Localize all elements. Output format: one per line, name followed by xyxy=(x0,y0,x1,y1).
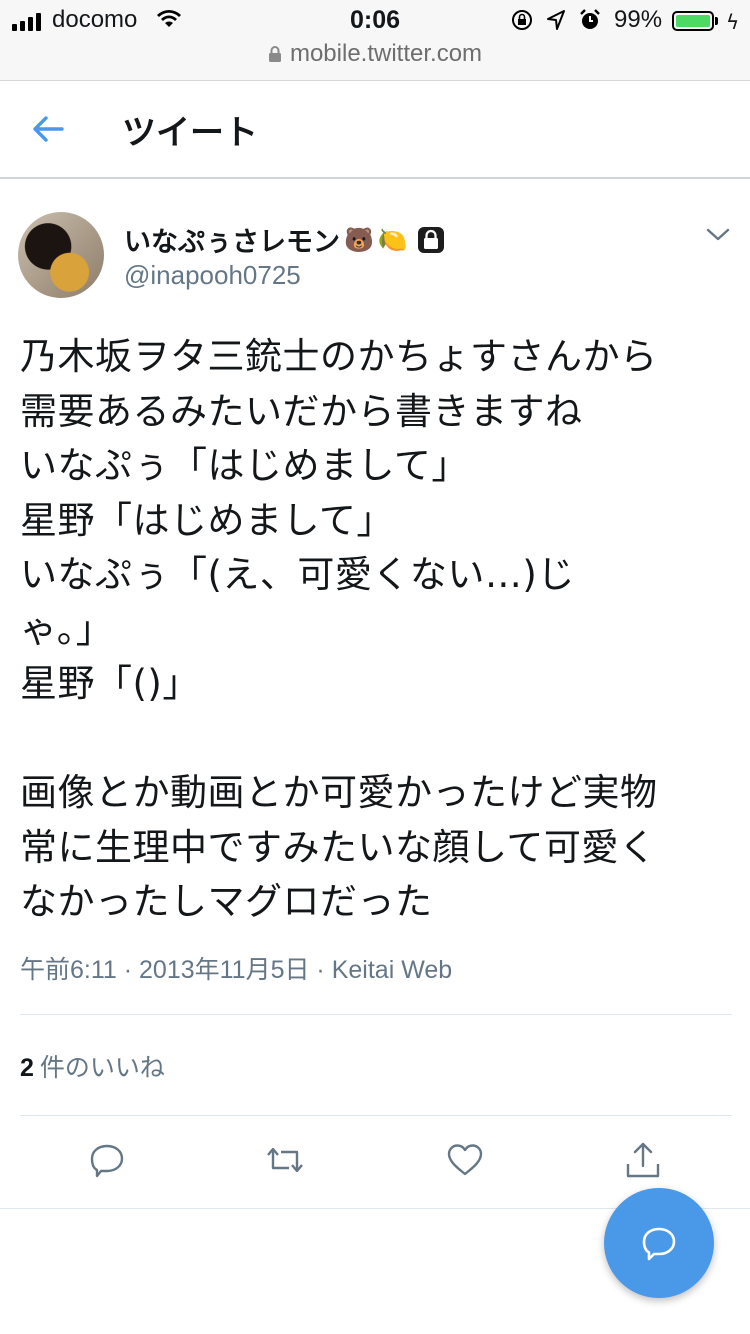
battery-tip xyxy=(715,17,718,25)
address-bar[interactable]: mobile.twitter.com xyxy=(0,40,750,68)
lock-icon xyxy=(417,226,444,253)
battery-icon xyxy=(672,11,714,31)
divider xyxy=(20,1115,732,1116)
back-arrow-icon[interactable] xyxy=(30,109,66,149)
chevron-down-icon[interactable] xyxy=(704,224,732,244)
tweet-text: 乃木坂ヲタ三銃士のかちょすさんから 需要あるみたいだから書きますね いなぷぅ「は… xyxy=(20,335,658,923)
browser-status-bar: docomo 0:06 99% ϟ mobile.twitter.com xyxy=(0,0,750,81)
tweet-action-bar xyxy=(0,1140,750,1186)
location-icon xyxy=(547,10,565,30)
compose-icon xyxy=(642,1227,676,1261)
like-count[interactable]: 2 件のいいね xyxy=(20,1048,165,1084)
bear-face-icon: 🐻 xyxy=(344,225,374,254)
lemon-icon: 🍋 xyxy=(377,225,408,254)
page-header: ツイート xyxy=(0,81,750,179)
user-display-name[interactable]: いなぷぅさレモン 🐻 🍋 xyxy=(124,220,446,259)
like-count-label: 件のいいね xyxy=(39,1053,165,1082)
avatar[interactable] xyxy=(18,212,104,298)
share-icon[interactable] xyxy=(623,1140,663,1180)
lock-icon xyxy=(268,46,281,62)
user-handle[interactable]: @inapooh0725 xyxy=(124,260,301,291)
tweet-timestamp[interactable]: 午前6:11 · 2013年11月5日 · Keitai Web xyxy=(20,950,452,986)
reply-icon[interactable] xyxy=(87,1140,127,1180)
retweet-icon[interactable] xyxy=(265,1140,305,1180)
battery-percent: 99% xyxy=(614,6,663,33)
display-name-text: いなぷぅさレモン xyxy=(124,227,340,258)
orientation-lock-icon xyxy=(512,10,532,30)
url-text: mobile.twitter.com xyxy=(289,40,483,67)
divider xyxy=(20,1014,732,1015)
like-count-number: 2 xyxy=(20,1054,34,1082)
charging-icon: ϟ xyxy=(726,10,740,34)
page-title: ツイート xyxy=(122,113,258,153)
heart-icon[interactable] xyxy=(445,1140,485,1180)
alarm-icon xyxy=(580,9,600,29)
compose-button[interactable] xyxy=(604,1188,714,1298)
